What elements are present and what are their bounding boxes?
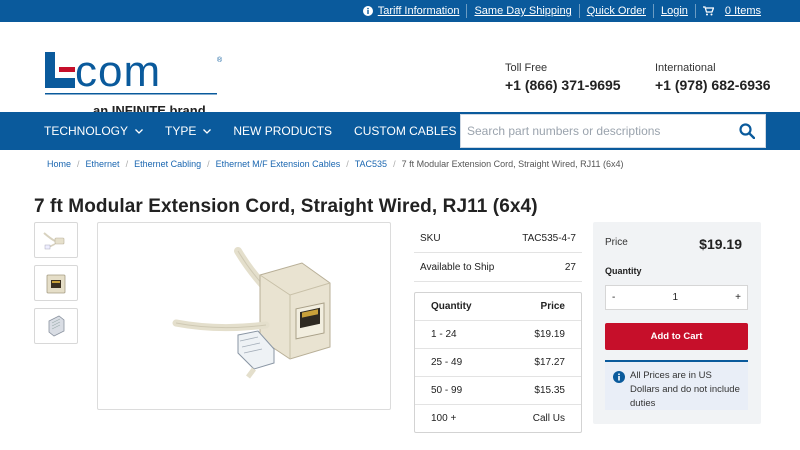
thumbnail-3[interactable]: [34, 308, 78, 344]
search-input[interactable]: [461, 124, 729, 138]
table-header: Quantity Price: [431, 301, 565, 312]
quantity-stepper: - 1 +: [605, 285, 748, 310]
search-bar: [460, 114, 766, 148]
product-image[interactable]: [97, 222, 391, 410]
cart-link[interactable]: 0 Items: [694, 4, 768, 18]
chevron-down-icon: [203, 126, 212, 136]
availability-value: 27: [564, 261, 576, 273]
breadcrumb: Home / Ethernet / Ethernet Cabling / Ethern…: [47, 159, 624, 169]
breadcrumb-tac535[interactable]: TAC535: [355, 159, 387, 169]
table-row: 25 - 49 $17.27: [415, 348, 581, 376]
tariff-info-link[interactable]: Tariff Information: [356, 4, 467, 18]
nav-new-products[interactable]: NEW PRODUCTS: [233, 124, 332, 138]
thumbnail-1[interactable]: [34, 222, 78, 258]
international-contact: International +1 (978) 682-6936: [655, 62, 771, 93]
add-to-cart-panel: Price $19.19 Quantity - 1 + Add to Cart …: [593, 222, 761, 424]
info-icon: [613, 371, 625, 388]
tollfree-number[interactable]: +1 (866) 371-9695: [505, 77, 621, 93]
breadcrumb-extension-cables[interactable]: Ethernet M/F Extension Cables: [216, 159, 341, 169]
price-break-table: Quantity Price 1 - 24 $19.19 25 - 49 $17.2…: [414, 292, 582, 433]
quantity-decrement-button[interactable]: -: [606, 292, 621, 303]
breadcrumb-ethernet[interactable]: Ethernet: [86, 159, 120, 169]
same-day-shipping-link[interactable]: Same Day Shipping: [466, 4, 578, 18]
nav-technology[interactable]: TECHNOLOGY: [44, 124, 143, 138]
quantity-increment-button[interactable]: +: [729, 292, 747, 303]
quantity-input[interactable]: 1: [666, 292, 684, 303]
add-to-cart-button[interactable]: Add to Cart: [605, 323, 748, 350]
login-link[interactable]: Login: [653, 4, 695, 18]
price-label: Price: [605, 237, 628, 248]
quick-order-link[interactable]: Quick Order: [578, 4, 653, 18]
breadcrumb-home[interactable]: Home: [47, 159, 71, 169]
search-button[interactable]: [729, 123, 765, 139]
table-row: 50 - 99 $15.35: [415, 376, 581, 404]
table-row: 100 + Call Us: [415, 404, 581, 432]
sku-info: SKU TAC535-4-7 Available to Ship 27: [414, 224, 582, 282]
breadcrumb-current: 7 ft Modular Extension Cord, Straight Wi…: [401, 159, 624, 169]
cart-icon: [702, 6, 714, 16]
sku-row: SKU TAC535-4-7: [414, 224, 582, 253]
price-value: $19.19: [699, 236, 742, 252]
thumbnail-2[interactable]: [34, 265, 78, 301]
currency-notice: All Prices are in US Dollars and do not …: [605, 360, 748, 410]
svg-text:®: ®: [217, 56, 223, 64]
site-header: com ® an INFINITE brand Toll Free +1 (86…: [0, 22, 800, 118]
chevron-down-icon: [135, 126, 143, 136]
availability-row: Available to Ship 27: [414, 253, 582, 282]
main-nav: TECHNOLOGY TYPE NEW PRODUCTS CUSTOM CABL…: [0, 112, 800, 150]
page-title: 7 ft Modular Extension Cord, Straight Wi…: [34, 196, 538, 217]
quantity-label: Quantity: [605, 266, 642, 276]
table-row: 1 - 24 $19.19: [415, 320, 581, 348]
tollfree-contact: Toll Free +1 (866) 371-9695: [505, 62, 621, 93]
search-icon: [739, 123, 755, 139]
breadcrumb-ethernet-cabling[interactable]: Ethernet Cabling: [134, 159, 201, 169]
nav-type[interactable]: TYPE: [165, 124, 212, 138]
svg-text:com: com: [75, 47, 161, 96]
sku-value: TAC535-4-7: [522, 232, 576, 244]
international-number[interactable]: +1 (978) 682-6936: [655, 77, 771, 93]
utility-bar: Tariff Information Same Day Shipping Qui…: [0, 0, 800, 22]
info-icon: [362, 6, 373, 16]
nav-custom-cables[interactable]: CUSTOM CABLES: [354, 124, 456, 138]
